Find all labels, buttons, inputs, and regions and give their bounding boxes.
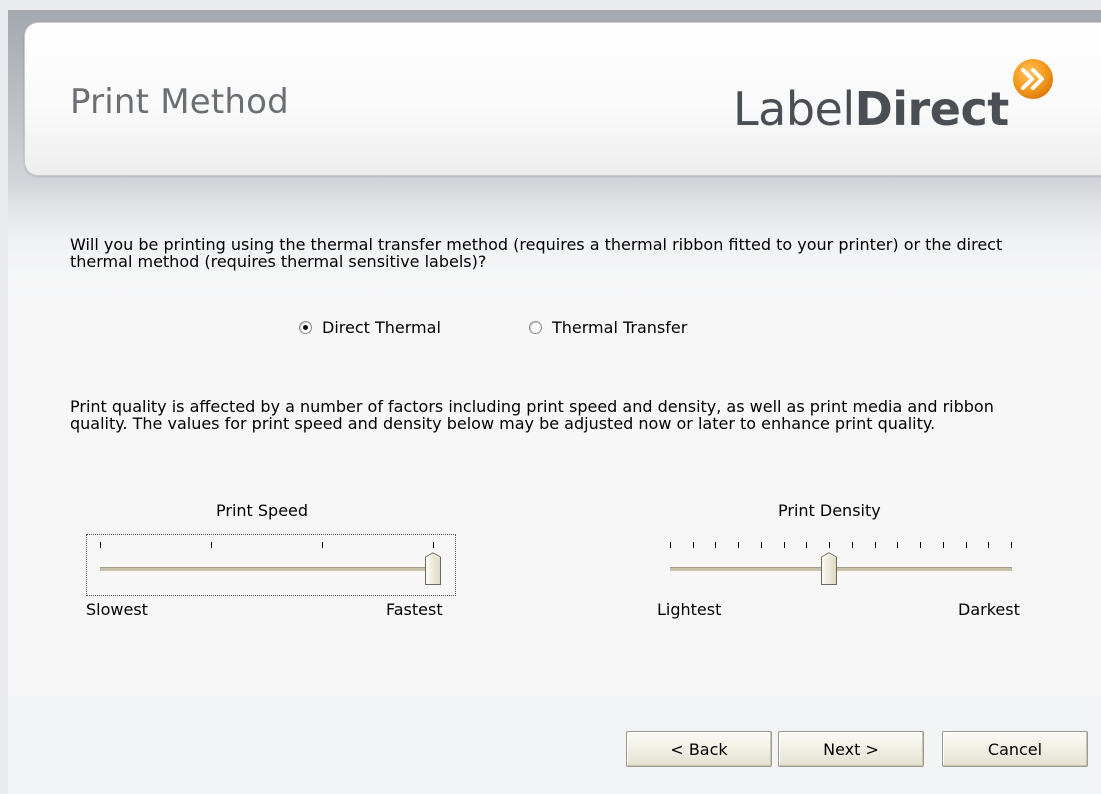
- print-density-tick: [761, 542, 762, 548]
- print-density-tick: [784, 542, 785, 548]
- print-density-thumb[interactable]: [820, 552, 838, 586]
- labeldirect-logo: LabelDirect: [733, 86, 1009, 132]
- logo-text-light: Label: [733, 82, 855, 136]
- print-speed-min-label: Slowest: [86, 600, 148, 619]
- next-button[interactable]: Next >: [778, 731, 924, 767]
- double-chevron-icon: [1013, 59, 1053, 99]
- print-density-tick: [852, 542, 853, 548]
- print-density-min-label: Lightest: [657, 600, 722, 619]
- print-speed-thumb[interactable]: [424, 552, 442, 586]
- print-speed-track[interactable]: [100, 567, 434, 572]
- radio-button-selected[interactable]: [299, 321, 312, 334]
- print-density-tick: [670, 542, 671, 548]
- print-density-tick: [806, 542, 807, 548]
- print-density-slider[interactable]: [670, 538, 1012, 592]
- radio-direct-thermal[interactable]: Direct Thermal: [299, 318, 441, 337]
- print-density-max-label: Darkest: [958, 600, 1020, 619]
- radio-thermal-transfer[interactable]: Thermal Transfer: [529, 318, 687, 337]
- radio-button-unselected[interactable]: [529, 321, 542, 334]
- print-density-tick: [920, 542, 921, 548]
- print-speed-max-label: Fastest: [386, 600, 443, 619]
- radio-label-thermal-transfer: Thermal Transfer: [552, 318, 688, 337]
- print-density-track[interactable]: [670, 567, 1012, 572]
- print-density-label: Print Density: [778, 501, 881, 520]
- page-title: Print Method: [70, 82, 289, 122]
- logo-text-bold: Direct: [854, 82, 1010, 136]
- print-speed-tick: [322, 542, 323, 548]
- print-density-tick: [1011, 542, 1012, 548]
- print-density-tick: [829, 542, 830, 548]
- cancel-button[interactable]: Cancel: [942, 731, 1088, 767]
- radio-label-direct-thermal: Direct Thermal: [322, 318, 441, 337]
- print-method-question: Will you be printing using the thermal t…: [70, 235, 1003, 271]
- print-density-tick: [738, 542, 739, 548]
- print-speed-tick: [100, 542, 101, 548]
- print-speed-slider[interactable]: [100, 538, 441, 592]
- print-quality-note: Print quality is affected by a number of…: [70, 397, 994, 433]
- print-density-tick: [715, 542, 716, 548]
- print-density-tick: [966, 542, 967, 548]
- print-density-tick: [988, 542, 989, 548]
- print-density-tick: [897, 542, 898, 548]
- print-density-tick: [693, 542, 694, 548]
- print-speed-tick: [433, 542, 434, 548]
- print-speed-label: Print Speed: [216, 501, 309, 520]
- back-button[interactable]: < Back: [626, 731, 772, 767]
- print-density-tick: [875, 542, 876, 548]
- print-speed-tick: [211, 542, 212, 548]
- print-density-tick: [943, 542, 944, 548]
